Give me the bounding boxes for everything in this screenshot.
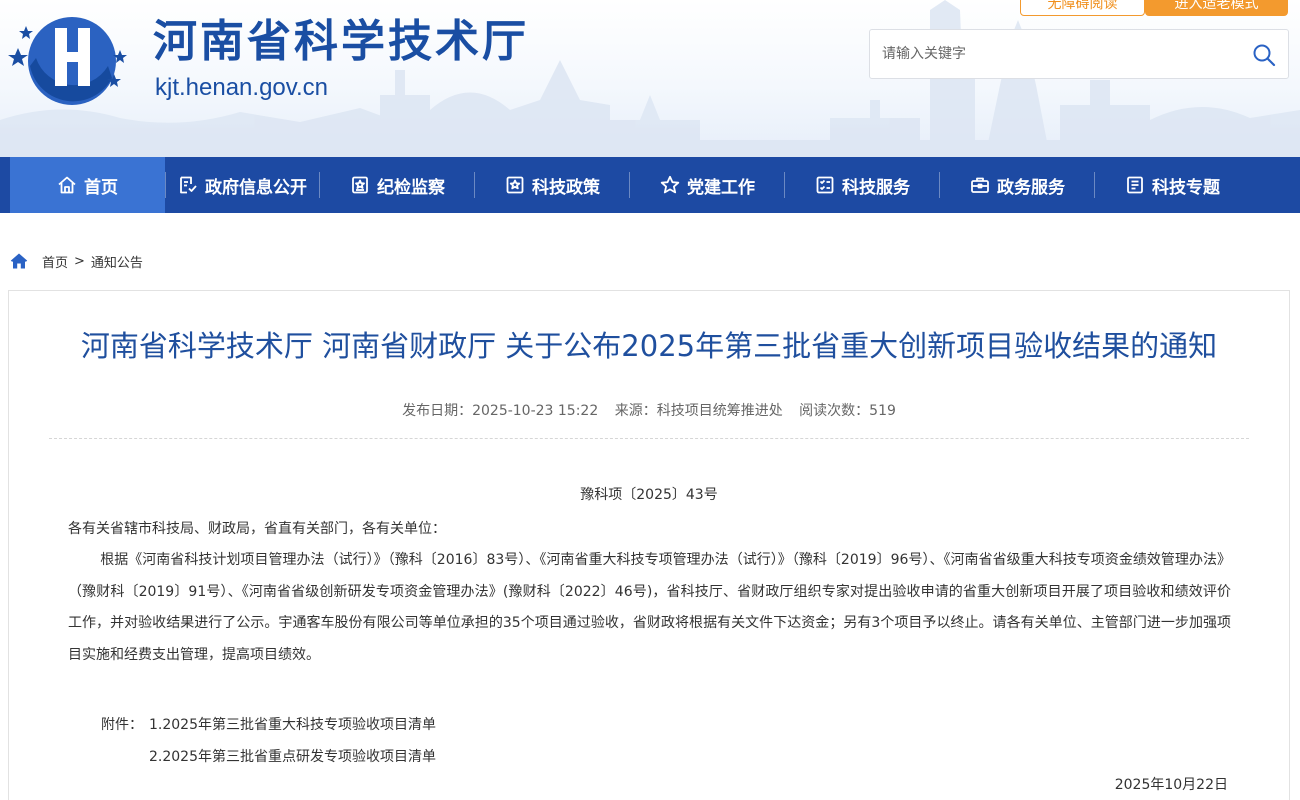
view-count: 阅读次数：519 xyxy=(799,403,896,419)
nav-item-discipline[interactable]: 纪检监察 xyxy=(320,157,475,213)
nav-item-tech-topics[interactable]: 科技专题 xyxy=(1095,157,1250,213)
info-disclosure-icon xyxy=(180,176,197,194)
article-title: 河南省科学技术厅 河南省财政厅 关于公布2025年第三批省重大创新项目验收结果的… xyxy=(80,329,1218,363)
breadcrumb-separator: > xyxy=(74,253,85,269)
nav-item-info-disclosure[interactable]: 政府信息公开 xyxy=(165,157,320,213)
document-number: 豫科项〔2025〕43号 xyxy=(580,487,718,503)
greeting-line: 各有关省辖市科技局、财政局，省直有关部门，各有关单位： xyxy=(68,521,446,537)
nav-item-home[interactable]: 首页 xyxy=(10,157,165,213)
elderly-mode-button[interactable]: 进入适老模式 xyxy=(1145,0,1288,16)
home-icon[interactable] xyxy=(10,252,28,270)
nav-label: 科技服务 xyxy=(842,177,910,198)
document-icon xyxy=(1127,176,1143,194)
home-icon xyxy=(58,176,76,194)
breadcrumb: 首页 > 通知公告 xyxy=(10,250,143,272)
article-panel: 河南省科学技术厅 河南省财政厅 关于公布2025年第三批省重大创新项目验收结果的… xyxy=(8,290,1290,800)
nav-item-gov-service[interactable]: 政务服务 xyxy=(940,157,1095,213)
policy-icon xyxy=(506,176,524,194)
attachment-link-1[interactable]: 1.2025年第三批省重大科技专项验收项目清单 xyxy=(149,717,436,733)
nav-item-party-building[interactable]: 党建工作 xyxy=(630,157,785,213)
briefcase-icon xyxy=(971,177,989,193)
attachment-link-2[interactable]: 2.2025年第三批省重点研发专项验收项目清单 xyxy=(149,749,436,765)
search-icon[interactable] xyxy=(1252,43,1276,67)
star-icon xyxy=(660,175,680,194)
nav-label: 首页 xyxy=(84,177,118,198)
signing-date: 2025年10月22日 xyxy=(1114,777,1228,793)
site-header: 河南省科学技术厅 kjt.henan.gov.cn 无障碍阅读 进入适老模式 xyxy=(0,0,1300,157)
badge-icon xyxy=(352,176,368,194)
checklist-icon xyxy=(816,176,834,194)
body-paragraph: 根据《河南省科技计划项目管理办法（试行）》（豫科〔2016〕83号）、《河南省重… xyxy=(68,552,1231,663)
article-source: 来源：科技项目统筹推进处 xyxy=(614,403,783,419)
nav-label: 政府信息公开 xyxy=(205,177,307,198)
nav-label: 政务服务 xyxy=(997,177,1065,198)
breadcrumb-home-link[interactable]: 首页 xyxy=(42,252,68,271)
publish-date: 发布日期：2025-10-23 15:22 xyxy=(402,403,599,419)
site-domain: kjt.henan.gov.cn xyxy=(155,74,329,101)
nav-label: 科技专题 xyxy=(1152,177,1220,198)
main-nav: 首页 政府信息公开 纪检监察 科技政策 党建工作 科技服务 政务服务 科技专题 xyxy=(0,157,1300,213)
nav-label: 党建工作 xyxy=(687,177,755,198)
search-box xyxy=(869,29,1289,79)
attachments-label: 附件： xyxy=(101,717,143,733)
article-meta: 发布日期：2025-10-23 15:22 来源：科技项目统筹推进处 阅读次数：… xyxy=(9,400,1289,420)
attachments-list: 附件： 1.2025年第三批省重大科技专项验收项目清单 2.2025年第三批省重点… xyxy=(101,709,436,773)
nav-item-tech-policy[interactable]: 科技政策 xyxy=(475,157,630,213)
accessibility-reading-button[interactable]: 无障碍阅读 xyxy=(1020,0,1145,16)
nav-label: 纪检监察 xyxy=(377,177,445,198)
dashed-divider xyxy=(49,438,1249,439)
nav-label: 科技政策 xyxy=(532,177,600,198)
site-title: 河南省科学技术厅 xyxy=(153,16,529,67)
search-input[interactable] xyxy=(882,40,1242,68)
nav-item-tech-service[interactable]: 科技服务 xyxy=(785,157,940,213)
logo-icon xyxy=(8,17,127,105)
breadcrumb-current-link[interactable]: 通知公告 xyxy=(91,252,143,271)
